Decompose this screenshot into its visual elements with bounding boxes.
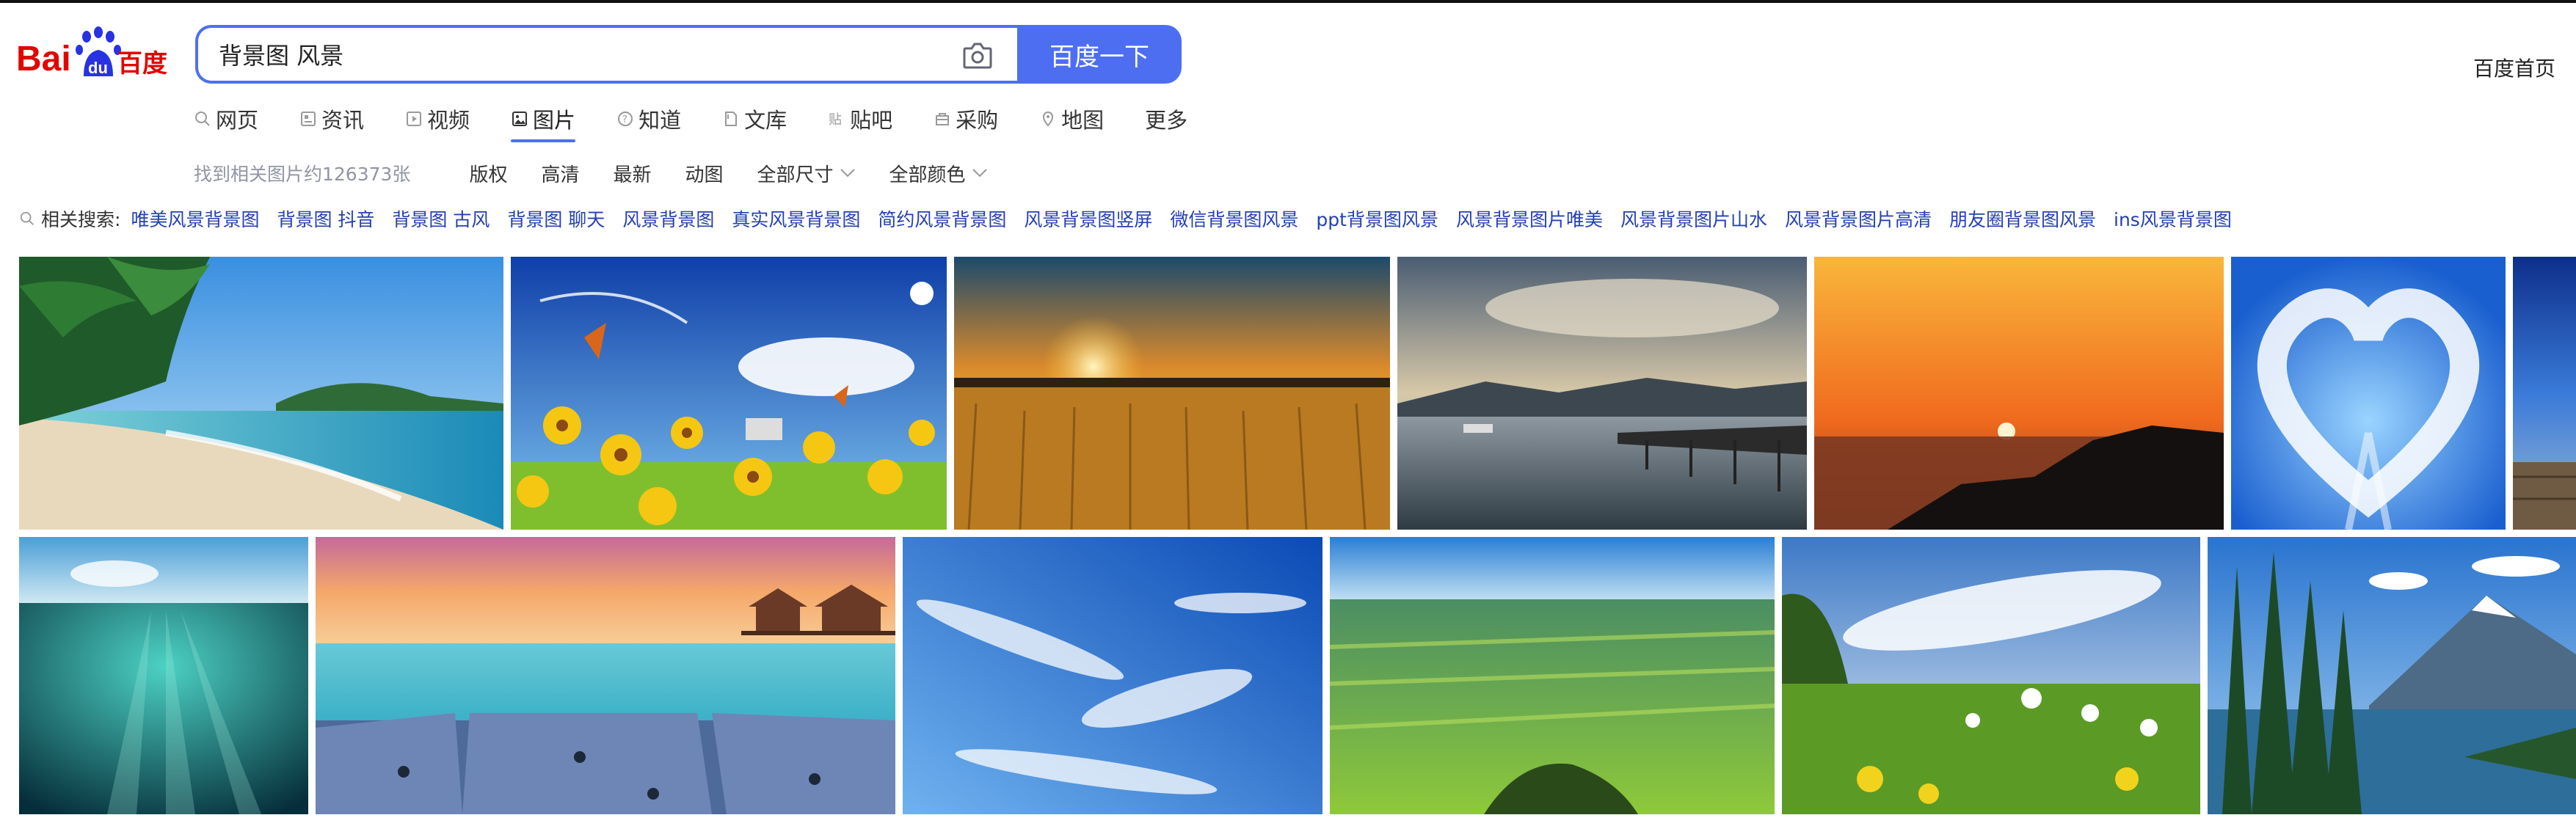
filter-size-dropdown[interactable]: 全部尺寸 bbox=[757, 160, 856, 187]
tab-tieba[interactable]: 贴 贴吧 bbox=[828, 101, 892, 136]
related-item[interactable]: 风景背景图片高清 bbox=[1785, 205, 1932, 232]
result-image-dandelion-meadow[interactable] bbox=[1782, 537, 2200, 814]
tab-images[interactable]: 图片 bbox=[511, 101, 576, 142]
result-image-lake-pier[interactable] bbox=[1397, 257, 1807, 530]
related-item[interactable]: 风景背景图片山水 bbox=[1620, 205, 1767, 232]
related-item[interactable]: ppt背景图风景 bbox=[1316, 205, 1438, 232]
tab-wenku[interactable]: 文库 bbox=[722, 101, 787, 136]
tab-zhidao[interactable]: ? 知道 bbox=[616, 101, 681, 136]
search-button[interactable]: 百度一下 bbox=[1017, 25, 1182, 84]
related-label: 相关搜索: bbox=[41, 209, 121, 230]
result-image-wheat-sunset[interactable] bbox=[954, 257, 1390, 530]
tieba-icon: 贴 bbox=[829, 112, 842, 128]
related-item[interactable]: 唯美风景背景图 bbox=[131, 205, 259, 232]
filter-animated[interactable]: 动图 bbox=[685, 160, 723, 187]
result-image-partial[interactable] bbox=[2513, 257, 2576, 530]
tab-more[interactable]: 更多 bbox=[1145, 101, 1187, 136]
related-item[interactable]: 背景图 古风 bbox=[392, 205, 490, 232]
search-tabs: 网页 资讯 视频 图片 ? 知道 文库 贴 贴吧 采购 地图 更多 bbox=[194, 101, 1229, 142]
tab-web[interactable]: 网页 bbox=[194, 101, 258, 136]
result-image-blue-sky[interactable] bbox=[903, 537, 1322, 814]
svg-text:Bai: Bai bbox=[16, 40, 71, 78]
related-item[interactable]: 风景背景图片唯美 bbox=[1456, 205, 1603, 232]
baidu-logo[interactable]: Bai du 百度 bbox=[16, 26, 170, 82]
result-image-underwater[interactable] bbox=[19, 537, 308, 814]
top-border bbox=[0, 0, 2576, 3]
related-item[interactable]: 微信背景图风景 bbox=[1170, 205, 1298, 232]
tab-map[interactable]: 地图 bbox=[1039, 101, 1104, 136]
search-icon bbox=[195, 112, 210, 126]
news-icon bbox=[301, 112, 316, 126]
related-item[interactable]: 简约风景背景图 bbox=[878, 205, 1006, 232]
svg-text:百度: 百度 bbox=[117, 49, 167, 78]
related-item[interactable]: 风景背景图竖屏 bbox=[1024, 205, 1152, 232]
related-searches: 相关搜索: 唯美风景背景图 背景图 抖音 背景图 古风 背景图 聊天 风景背景图… bbox=[19, 204, 2249, 233]
related-item[interactable]: 真实风景背景图 bbox=[732, 205, 860, 232]
filter-color-dropdown[interactable]: 全部颜色 bbox=[889, 160, 988, 187]
related-item[interactable]: 背景图 抖音 bbox=[277, 205, 374, 232]
filter-bar: 找到相关图片约126373张 版权 高清 最新 动图 全部尺寸 全部颜色 bbox=[194, 157, 1022, 189]
image-icon bbox=[512, 112, 528, 126]
svg-text:贴: 贴 bbox=[829, 112, 842, 128]
search-input[interactable] bbox=[198, 28, 932, 81]
related-item[interactable]: ins风景背景图 bbox=[2114, 205, 2232, 232]
tab-video[interactable]: 视频 bbox=[405, 101, 470, 136]
result-image-orange-sunset[interactable] bbox=[1814, 257, 2224, 530]
result-image-mountain-lake[interactable] bbox=[2208, 537, 2576, 814]
result-image-grassland[interactable] bbox=[1330, 537, 1775, 814]
filter-copyright[interactable]: 版权 bbox=[469, 160, 507, 187]
tab-purchase[interactable]: 采购 bbox=[934, 101, 998, 136]
document-icon bbox=[725, 112, 738, 126]
camera-icon[interactable] bbox=[961, 41, 994, 70]
tab-news[interactable]: 资讯 bbox=[299, 101, 364, 136]
result-image-heart-clouds[interactable] bbox=[2231, 257, 2506, 530]
shopping-icon bbox=[936, 113, 950, 125]
result-image-butterfly-flowers[interactable] bbox=[511, 257, 947, 530]
filter-hd[interactable]: 高清 bbox=[541, 160, 579, 187]
chevron-down-icon bbox=[840, 169, 855, 178]
svg-text:du: du bbox=[88, 59, 108, 77]
paw-icon: du bbox=[76, 26, 121, 77]
baidu-home-link[interactable]: 百度首页 bbox=[2473, 53, 2555, 82]
filter-latest[interactable]: 最新 bbox=[613, 160, 651, 187]
search-icon bbox=[20, 211, 34, 225]
chevron-down-icon bbox=[972, 169, 987, 178]
related-item[interactable]: 朋友圈背景图风景 bbox=[1949, 205, 2096, 232]
search-box bbox=[195, 25, 1020, 84]
svg-text:?: ? bbox=[622, 114, 627, 125]
result-image-beach[interactable] bbox=[19, 257, 503, 530]
map-icon bbox=[1043, 112, 1054, 127]
result-image-tropical-dock[interactable] bbox=[316, 537, 895, 814]
related-item[interactable]: 背景图 聊天 bbox=[507, 205, 605, 232]
result-count: 找到相关图片约126373张 bbox=[194, 164, 411, 185]
related-item[interactable]: 风景背景图 bbox=[622, 205, 714, 232]
video-icon bbox=[407, 112, 422, 126]
question-icon: ? bbox=[618, 112, 633, 126]
